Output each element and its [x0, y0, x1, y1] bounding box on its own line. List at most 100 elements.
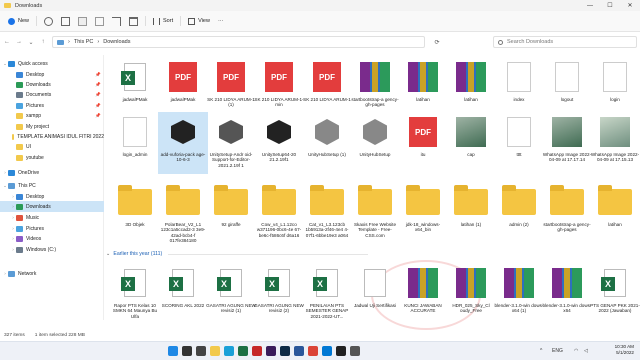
- file-item[interactable]: HDR_025_Sky_Cl oudy_Free: [446, 263, 496, 325]
- refresh-button[interactable]: ⟳: [430, 36, 444, 48]
- sidebar-item[interactable]: › Windows (C:): [0, 244, 104, 255]
- address-bar[interactable]: › This PC › Downloads: [52, 36, 425, 48]
- file-item[interactable]: UnitySetup-Andr oid-Support-for-Editor-2…: [206, 112, 256, 174]
- file-item[interactable]: PTS GENAP PKK 2021-2022 (Jawaban): [590, 263, 640, 325]
- file-item[interactable]: index: [494, 57, 544, 119]
- file-item[interactable]: UnityHubSetup: [350, 112, 400, 174]
- file-item[interactable]: PolarBear_V2_L1 123c1a5ccad2-3 3e9-42ad-…: [158, 182, 208, 244]
- file-item[interactable]: Cow_v4_L1.12co w371196-0bc6-4e 67-be6c-f…: [254, 182, 304, 244]
- file-item[interactable]: 3D Objek: [110, 182, 160, 244]
- file-item[interactable]: latihan: [446, 57, 496, 119]
- up-button[interactable]: ↑: [38, 36, 48, 48]
- task-view-icon[interactable]: [196, 346, 206, 356]
- cut-icon[interactable]: [44, 16, 54, 26]
- file-item[interactable]: jadwalPMak: [110, 57, 160, 119]
- sidebar-item[interactable]: ⌄ This PC: [0, 180, 104, 191]
- file-item[interactable]: WhatsApp Image 2022-04-09 at 17.15.13: [590, 112, 640, 174]
- file-item[interactable]: PDF SK 210 LIDYA ARUM-1-min: [254, 57, 304, 119]
- chrome-icon[interactable]: [308, 346, 318, 356]
- breadcrumb-downloads[interactable]: Downloads: [103, 39, 130, 45]
- file-item[interactable]: latihan: [398, 57, 448, 119]
- recent-locations-button[interactable]: ⌄: [26, 36, 36, 48]
- file-item[interactable]: Skaxis Free Website Template - Free-CSS.…: [350, 182, 400, 244]
- explorer-icon[interactable]: [210, 346, 220, 356]
- start-icon[interactable]: [168, 346, 178, 356]
- file-item[interactable]: 92 giraffe: [206, 182, 256, 244]
- file-item[interactable]: SCORING AKL 2022: [158, 263, 208, 325]
- file-item[interactable]: PDF SK 210 LIDYA ARUM-1: [302, 57, 352, 119]
- maximize-button[interactable]: ☐: [600, 0, 620, 11]
- file-item[interactable]: KUNCI JAWABAN ACCURATE: [398, 263, 448, 325]
- file-item[interactable]: tttt: [494, 112, 544, 174]
- file-item[interactable]: latihan: [590, 182, 640, 244]
- vscode-icon[interactable]: [322, 346, 332, 356]
- file-item[interactable]: startbootstrap-a gency-gh-pages: [542, 182, 592, 244]
- search-input[interactable]: Search Downloads: [493, 36, 637, 48]
- file-item[interactable]: latihan (1): [446, 182, 496, 244]
- sidebar-item[interactable]: youtube: [0, 152, 104, 163]
- word-icon[interactable]: [294, 346, 304, 356]
- pdf-icon[interactable]: [252, 346, 262, 356]
- clock[interactable]: 10:30 AM 5/1/2022: [615, 344, 634, 356]
- paste-icon[interactable]: [78, 16, 88, 26]
- rename-icon[interactable]: [95, 16, 105, 26]
- share-icon[interactable]: [112, 16, 122, 26]
- file-item[interactable]: blender-3.1.0-win dows-x64 (1): [494, 263, 544, 325]
- group-header[interactable]: ⌄ Earlier this year (111): [106, 251, 369, 257]
- file-item[interactable]: GASATRI AGUNG NEW revisi2 (2): [254, 263, 304, 325]
- sidebar-item[interactable]: › Music: [0, 212, 104, 223]
- unity-icon[interactable]: [336, 346, 346, 356]
- file-item[interactable]: UnitySetup64-20 21.2.19f1: [254, 112, 304, 174]
- delete-icon[interactable]: [129, 16, 139, 26]
- file-item[interactable]: PDF jadwalPMak: [158, 57, 208, 119]
- close-button[interactable]: ✕: [620, 0, 640, 11]
- minimize-button[interactable]: —: [580, 0, 600, 11]
- language-indicator[interactable]: ENG: [552, 348, 563, 354]
- file-item[interactable]: Rapor PTS Kelas 10 SMKN 64 Maunya Bu Ulf…: [110, 263, 160, 325]
- sidebar-item[interactable]: › Videos: [0, 233, 104, 244]
- file-item[interactable]: WhatsApp Image 2022-04-09 at 17.17.14: [542, 112, 592, 174]
- file-item[interactable]: logout: [542, 57, 592, 119]
- sidebar-item[interactable]: ⌄ Quick access: [0, 58, 104, 69]
- new-button[interactable]: New: [4, 13, 33, 29]
- file-item[interactable]: add-vuforia-pack age-10-6-3: [158, 112, 208, 174]
- view-button[interactable]: View: [184, 13, 214, 29]
- file-item[interactable]: login: [590, 57, 640, 119]
- forward-button[interactable]: →: [14, 36, 24, 48]
- terminal-icon[interactable]: [350, 346, 360, 356]
- file-item[interactable]: PENILAIAN PTS SEMESTER GENAP 2021-2022-U…: [302, 263, 352, 325]
- copy-icon[interactable]: [61, 16, 71, 26]
- volume-icon[interactable]: ◁: [584, 348, 588, 354]
- file-item[interactable]: Jadwal Uji Sertifikasi: [350, 263, 400, 325]
- excel-file-icon: [601, 269, 626, 297]
- wifi-icon[interactable]: ◠: [574, 348, 578, 354]
- photoshop-icon[interactable]: [280, 346, 290, 356]
- back-button[interactable]: ←: [2, 36, 12, 48]
- breadcrumb-this-pc[interactable]: This PC: [74, 39, 94, 45]
- more-button[interactable]: ···: [214, 13, 228, 29]
- edge-icon[interactable]: [224, 346, 234, 356]
- sidebar-item[interactable]: › OneDrive: [0, 167, 104, 178]
- file-item[interactable]: admin (2): [494, 182, 544, 244]
- search-icon[interactable]: [182, 346, 192, 356]
- sidebar-item-label: youtube: [26, 154, 44, 161]
- file-item[interactable]: Cat_v1_L3.123cb 1b5913a-2f46-4e4 4-07f1-…: [302, 182, 352, 244]
- file-item[interactable]: UnityHubSetup (1): [302, 112, 352, 174]
- sidebar-item[interactable]: xampp 📌: [0, 110, 104, 121]
- excel-icon[interactable]: [238, 346, 248, 356]
- file-item[interactable]: jdk-18_windows-x64_bin: [398, 182, 448, 244]
- file-item[interactable]: PDF SK 210 LIDYA ARUM-1 (1): [206, 57, 256, 119]
- file-item[interactable]: PDF itu: [398, 112, 448, 174]
- chevron-up-icon[interactable]: ^: [540, 348, 542, 354]
- file-item[interactable]: cap: [446, 112, 496, 174]
- file-item[interactable]: startbootstrap-a gency-gh-pages: [350, 57, 400, 119]
- premiere-icon[interactable]: [266, 346, 276, 356]
- file-item[interactable]: login_admin: [110, 112, 160, 174]
- sidebar-item[interactable]: › Network: [0, 268, 104, 279]
- sidebar-item[interactable]: › Downloads: [0, 201, 104, 212]
- sidebar-item[interactable]: UI: [0, 141, 104, 152]
- sort-button[interactable]: Sort: [149, 13, 177, 29]
- file-item[interactable]: GASATRI AGUNG NEW revisi2 (1): [206, 263, 256, 325]
- file-item[interactable]: blender-3.1.0-win dows-x64: [542, 263, 592, 325]
- sidebar-item[interactable]: Documents 📌: [0, 89, 104, 100]
